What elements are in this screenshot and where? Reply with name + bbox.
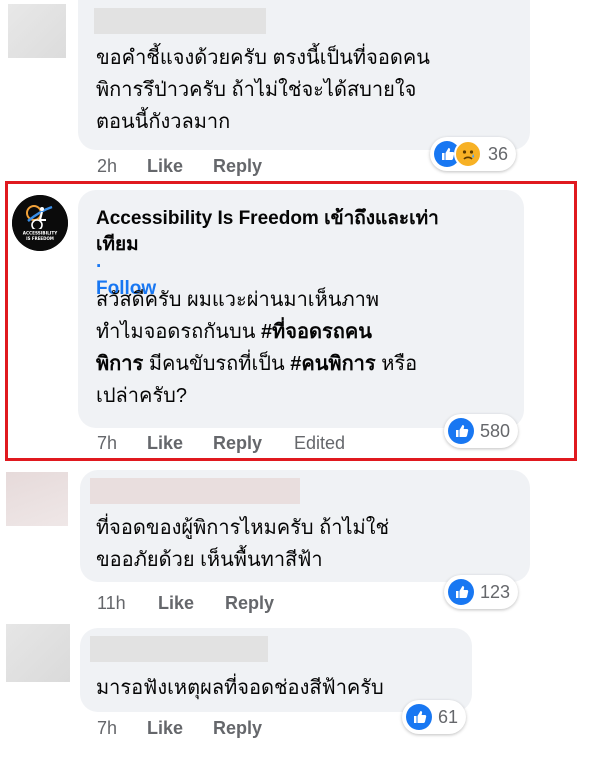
text-segment: หรือ [375,353,418,375]
comment-time[interactable]: 7h [97,433,117,454]
page-avatar[interactable]: ACCESSIBILITY IS FREEDOM [12,195,68,251]
reply-button[interactable]: Reply [213,156,262,177]
like-icon [448,418,474,444]
reaction-count: 123 [480,581,511,602]
like-button[interactable]: Like [147,718,183,739]
text-line: พิการ มีคนขับรถที่เป็น #คนพิการ หรือ [96,348,526,380]
like-icon [406,704,432,730]
like-button[interactable]: Like [147,156,183,177]
avatar[interactable] [6,624,70,682]
comment-text: สวัสดีครับ ผมแวะผ่านมาเห็นภาพ ทำไมจอดรถก… [96,284,526,412]
like-icon [448,579,474,605]
avatar[interactable] [8,4,66,58]
author-name-redacted[interactable] [94,8,266,34]
svg-text:IS FREEDOM: IS FREEDOM [26,236,54,241]
reply-button[interactable]: Reply [225,593,274,614]
reply-button[interactable]: Reply [213,433,262,454]
author-name-redacted[interactable] [90,636,268,662]
text-line: ทำไมจอดรถกันบน #ที่จอดรถคน [96,316,526,348]
accessibility-logo-icon: ACCESSIBILITY IS FREEDOM [12,195,68,251]
hashtag-link[interactable]: พิการ [96,353,143,375]
text-line: สวัสดีครับ ผมแวะผ่านมาเห็นภาพ [96,289,380,311]
comment-time[interactable]: 2h [97,156,117,177]
reaction-summary[interactable]: 580 [444,414,519,448]
hashtag-link[interactable]: #คนพิการ [290,353,375,375]
reply-button[interactable]: Reply [213,718,262,739]
reaction-summary[interactable]: 36 [430,137,517,171]
avatar[interactable] [6,472,68,526]
like-button[interactable]: Like [147,433,183,454]
like-button[interactable]: Like [158,593,194,614]
reaction-count: 580 [480,420,511,441]
svg-text:ACCESSIBILITY: ACCESSIBILITY [23,231,58,236]
text-line: เปล่าครับ? [96,385,187,407]
reaction-summary[interactable]: 123 [444,575,519,609]
comment-time[interactable]: 7h [97,718,117,739]
text-segment: ทำไมจอดรถกันบน [96,321,261,343]
comment-time[interactable]: 11h [97,593,126,614]
author-name[interactable]: Accessibility Is Freedom เข้าถึงและเท่า … [96,206,516,258]
reaction-summary[interactable]: 61 [402,700,467,734]
comment-text: ที่จอดของผู้พิการไหมครับ ถ้าไม่ใช่ ขออภั… [96,517,390,571]
sad-icon [454,140,482,168]
reaction-count: 36 [488,143,509,164]
author-name-redacted[interactable] [90,478,300,504]
hashtag-link[interactable]: #ที่จอดรถคน [261,321,372,343]
reaction-count: 61 [438,706,459,727]
comment-text: ขอคำชี้แจงด้วยครับ ตรงนี้เป็นที่จอดคน พิ… [96,47,430,133]
edited-label[interactable]: Edited [294,433,345,454]
text-segment: มีคนขับรถที่เป็น [143,353,291,375]
